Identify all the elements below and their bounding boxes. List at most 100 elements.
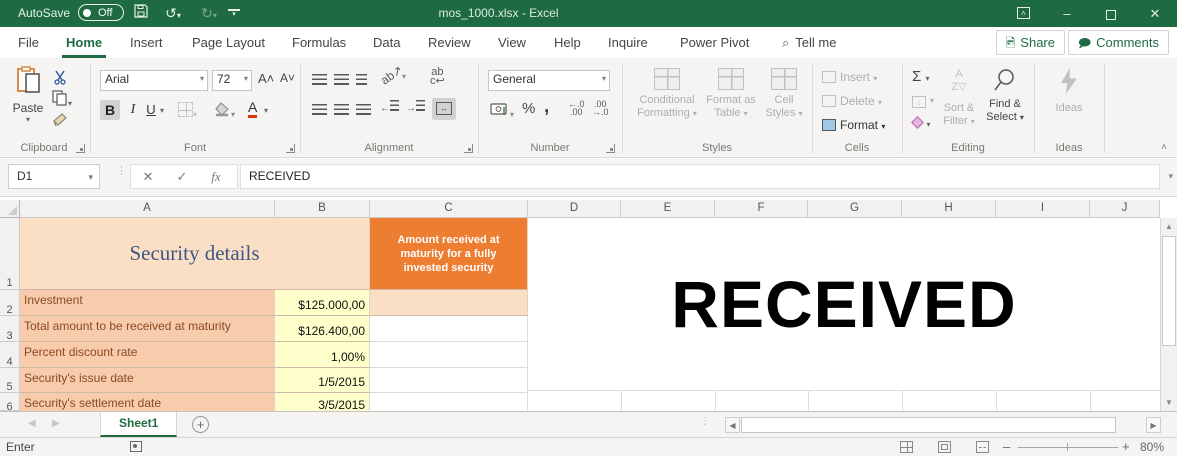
- vertical-scrollbar[interactable]: ▲ ▼: [1160, 218, 1177, 411]
- comments-button[interactable]: 🗩 Comments: [1067, 30, 1169, 55]
- wrap-text-icon[interactable]: ab c↩: [430, 67, 445, 87]
- row-header-6[interactable]: 6: [0, 393, 20, 411]
- increase-indent-icon[interactable]: →: [406, 100, 425, 114]
- cell-a4-label[interactable]: Percent discount rate: [20, 342, 275, 368]
- tab-data[interactable]: Data: [369, 27, 404, 58]
- column-header-g[interactable]: G: [808, 200, 902, 218]
- ideas-button[interactable]: Ideas: [1044, 68, 1094, 115]
- tab-inquire[interactable]: Inquire: [604, 27, 652, 58]
- minimize-button[interactable]: –: [1045, 0, 1089, 27]
- find-select-button[interactable]: Find & Select ▾: [982, 68, 1028, 124]
- cell-c6[interactable]: [370, 393, 528, 411]
- column-header-i[interactable]: I: [996, 200, 1090, 218]
- cell-b2-value[interactable]: $125.000,00: [275, 290, 370, 316]
- horizontal-scroll-thumb[interactable]: [741, 417, 1116, 433]
- cell-styles-button[interactable]: Cell Styles ▾: [760, 68, 808, 120]
- top-align-icon[interactable]: [312, 72, 327, 90]
- cut-icon[interactable]: [53, 70, 68, 90]
- row-header-5[interactable]: 5: [0, 368, 20, 393]
- tab-formulas[interactable]: Formulas: [288, 27, 350, 58]
- number-format-combobox[interactable]: General ▾: [488, 70, 610, 91]
- column-header-c[interactable]: C: [370, 200, 528, 218]
- zoom-level-label[interactable]: 80%: [1140, 440, 1164, 454]
- comma-style-icon[interactable]: ,: [544, 96, 549, 118]
- zoom-slider[interactable]: [1018, 447, 1118, 448]
- delete-cells-button[interactable]: Delete ▾: [822, 94, 882, 108]
- percent-style-icon[interactable]: %: [522, 100, 535, 117]
- maximize-button[interactable]: [1089, 0, 1133, 27]
- decrease-indent-icon[interactable]: ←: [380, 100, 399, 114]
- enter-entry-icon[interactable]: ✓: [165, 165, 199, 189]
- ribbon-display-options-icon[interactable]: ˄: [1017, 7, 1030, 19]
- increase-font-size-button[interactable]: A˄: [258, 71, 274, 86]
- underline-button[interactable]: U: [144, 100, 158, 120]
- accounting-format-icon[interactable]: ▾: [490, 102, 514, 122]
- cell-c4[interactable]: [370, 342, 528, 368]
- cell-d1-active-edit[interactable]: RECEIVED: [528, 218, 1160, 390]
- share-button[interactable]: 🖻 Share: [995, 30, 1065, 55]
- increase-decimal-icon[interactable]: ←.0.00: [568, 100, 585, 117]
- conditional-formatting-button[interactable]: Conditional Formatting ▾: [632, 68, 702, 120]
- insert-cells-button[interactable]: Insert ▾: [822, 70, 877, 84]
- insert-function-icon[interactable]: fx: [199, 165, 233, 189]
- tab-insert[interactable]: Insert: [126, 27, 167, 58]
- middle-align-icon[interactable]: [334, 72, 349, 90]
- format-as-table-button[interactable]: Format as Table ▾: [702, 68, 760, 120]
- tab-view[interactable]: View: [494, 27, 530, 58]
- tab-page-layout[interactable]: Page Layout: [188, 27, 269, 58]
- bold-button[interactable]: B: [100, 100, 120, 120]
- align-center-icon[interactable]: [334, 102, 349, 120]
- column-header-d[interactable]: D: [528, 200, 621, 218]
- column-header-b[interactable]: B: [275, 200, 370, 218]
- cell-b3-value[interactable]: $126.400,00: [275, 316, 370, 342]
- cell-c1-header[interactable]: Amount received at maturity for a fully …: [370, 218, 528, 290]
- collapse-ribbon-icon[interactable]: ˄: [1161, 142, 1167, 153]
- row-header-4[interactable]: 4: [0, 342, 20, 368]
- column-header-e[interactable]: E: [621, 200, 715, 218]
- name-box[interactable]: D1 ▾: [8, 164, 100, 189]
- cancel-entry-icon[interactable]: ✕: [131, 165, 165, 189]
- sheet-next-icon[interactable]: ▶: [52, 418, 60, 429]
- zoom-in-icon[interactable]: +: [1122, 439, 1130, 454]
- cell-b6-value[interactable]: 3/5/2015: [275, 393, 370, 411]
- paste-button[interactable]: Paste ▾: [8, 66, 48, 124]
- expand-formula-bar-icon[interactable]: ▾: [1168, 171, 1173, 182]
- align-left-icon[interactable]: [312, 102, 327, 120]
- zoom-out-icon[interactable]: –: [1003, 439, 1010, 454]
- macro-record-icon[interactable]: [130, 441, 142, 452]
- close-button[interactable]: ✕: [1133, 0, 1177, 27]
- merge-center-button[interactable]: ↔: [432, 98, 456, 120]
- column-header-j[interactable]: J: [1090, 200, 1160, 218]
- scroll-up-icon[interactable]: ▲: [1161, 218, 1177, 235]
- format-painter-icon[interactable]: [52, 112, 68, 133]
- formula-input[interactable]: RECEIVED: [240, 164, 1160, 189]
- font-color-icon[interactable]: A: [248, 99, 258, 118]
- cell-a6-label[interactable]: Security's settlement date: [20, 393, 275, 411]
- cell-b5-value[interactable]: 1/5/2015: [275, 368, 370, 393]
- hscroll-right-icon[interactable]: ▶: [1146, 417, 1161, 433]
- normal-view-icon[interactable]: [900, 441, 913, 453]
- borders-icon[interactable]: ▾: [178, 102, 197, 122]
- align-right-icon[interactable]: [356, 102, 371, 120]
- bottom-align-icon[interactable]: [356, 72, 367, 90]
- hscroll-left-icon[interactable]: ◀: [725, 417, 740, 433]
- new-sheet-button[interactable]: +: [192, 416, 209, 433]
- row-header-1[interactable]: 1: [0, 218, 20, 290]
- formula-bar-handle[interactable]: ⋮: [116, 166, 127, 177]
- tab-power-pivot[interactable]: Power Pivot: [676, 27, 753, 58]
- font-size-combobox[interactable]: 72 ▾: [212, 70, 252, 91]
- select-all-corner[interactable]: [0, 200, 20, 218]
- row-header-3[interactable]: 3: [0, 316, 20, 342]
- format-cells-button[interactable]: Format ▾: [822, 118, 885, 132]
- tab-home[interactable]: Home: [62, 27, 107, 58]
- cell-a1-security-details[interactable]: Security details: [20, 218, 370, 290]
- cell-a2-label[interactable]: Investment: [20, 290, 275, 316]
- tab-scroll-splitter[interactable]: ⋮: [700, 417, 710, 427]
- vertical-scroll-thumb[interactable]: [1162, 236, 1176, 346]
- decrease-decimal-icon[interactable]: .00 →.0: [592, 100, 609, 117]
- cell-c2[interactable]: [370, 290, 528, 316]
- font-name-combobox[interactable]: Arial ▾: [100, 70, 208, 91]
- sheet-tab-sheet1[interactable]: Sheet1: [100, 412, 178, 437]
- autosum-button[interactable]: Σ ▾: [912, 68, 929, 85]
- tell-me-box[interactable]: ⌕ Tell me: [782, 27, 836, 58]
